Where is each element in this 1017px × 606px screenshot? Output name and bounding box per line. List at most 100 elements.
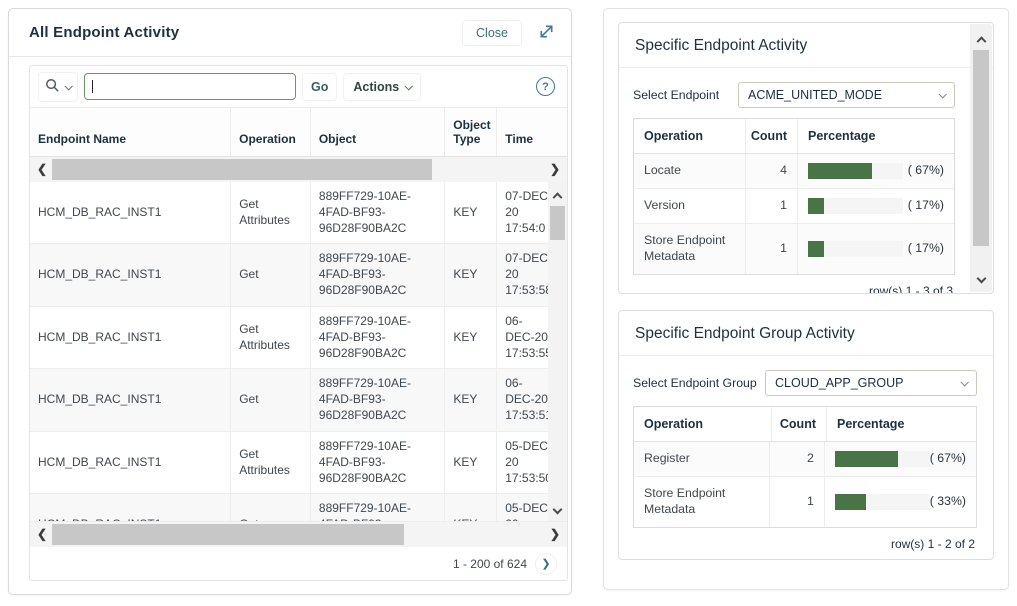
table-header-row: Endpoint Name Operation Object Object Ty… [30,108,567,157]
object-cell: 889FF729-10AE-4FAD-BF93-96D28F90BA2C [311,369,445,430]
select-endpoint-group-label: Select Endpoint Group [633,376,757,390]
percentage-cell: ( 17%) [798,224,954,274]
percentage-label: ( 33%) [930,494,966,510]
endpoint-select[interactable]: ACME_UNITED_MODE [738,82,955,108]
endpoint-group-select[interactable]: CLOUD_APP_GROUP [765,370,977,396]
table-header-row: Operation Count Percentage [634,407,976,442]
panel-title: Specific Endpoint Group Activity [635,325,855,342]
endpoint-name-cell: HCM_DB_RAC_INST1 [30,182,231,243]
count-cell: 4 [746,154,798,188]
count-cell: 1 [746,224,798,274]
scroll-right-icon[interactable]: ❯ [545,157,565,182]
chevron-down-icon [960,378,968,386]
operation-cell: Version [634,189,746,223]
table-row: Register 2 ( 67%) [634,442,976,477]
scroll-up-icon[interactable] [548,184,567,204]
scroll-left-icon[interactable]: ❮ [32,522,52,547]
scroll-down-icon[interactable] [970,266,992,290]
operation-cell: Get [231,494,311,522]
percentage-bar [808,198,824,214]
text-caret [92,80,93,93]
search-column-selector[interactable] [38,72,78,102]
table-row[interactable]: HCM_DB_RAC_INST1 Get 889FF729-10AE-4FAD-… [30,494,567,522]
endpoint-group-activity-table: Operation Count Percentage Register 2 ( … [633,406,977,528]
column-header-object[interactable]: Object [311,108,445,156]
specific-endpoint-activity-panel: Specific Endpoint Activity Select Endpoi… [618,22,994,294]
help-icon[interactable]: ? [536,77,555,96]
operation-cell: Get Attributes [231,182,311,243]
scrollbar-thumb[interactable] [52,159,432,180]
horizontal-scrollbar-bottom[interactable]: ❮ ❯ [30,522,567,547]
endpoint-name-cell: HCM_DB_RAC_INST1 [30,432,231,493]
column-header-percentage: Percentage [827,407,976,441]
object-cell: 889FF729-10AE-4FAD-BF93-96D28F90BA2C [311,432,445,493]
percentage-cell: ( 17%) [798,189,954,223]
percentage-bar-track [808,198,903,214]
panel-body: Select Endpoint Group CLOUD_APP_GROUP Op… [619,356,993,560]
table-row: Version 1 ( 17%) [634,189,954,224]
chevron-down-icon [405,82,413,90]
object-type-cell: KEY [445,494,497,522]
scroll-left-icon[interactable]: ❮ [32,157,52,182]
column-header-operation[interactable]: Operation [231,108,311,156]
operation-cell: Store Endpoint Metadata [634,224,746,274]
endpoint-select-value: ACME_UNITED_MODE [748,88,882,102]
percentage-bar [808,163,872,179]
scroll-right-icon[interactable]: ❯ [545,522,565,547]
actions-menu-button[interactable]: Actions [343,73,421,101]
object-type-cell: KEY [445,307,497,368]
interactive-report: Go Actions ? Endpoint Name Operation Obj… [29,65,568,581]
table-row[interactable]: HCM_DB_RAC_INST1 Get Attributes 889FF729… [30,182,567,244]
table-row[interactable]: HCM_DB_RAC_INST1 Get 889FF729-10AE-4FAD-… [30,369,567,431]
object-type-cell: KEY [445,244,497,305]
go-button[interactable]: Go [302,73,337,101]
table-row[interactable]: HCM_DB_RAC_INST1 Get 889FF729-10AE-4FAD-… [30,244,567,306]
column-header-endpoint-name[interactable]: Endpoint Name [30,108,231,156]
select-endpoint-label: Select Endpoint [633,88,719,102]
scrollbar-thumb[interactable] [550,206,565,240]
column-header-count: Count [746,119,798,153]
scrollbar-thumb[interactable] [973,50,989,246]
table-header-row: Operation Count Percentage [634,119,954,154]
next-page-icon[interactable]: ❯ [535,553,557,575]
operation-cell: Register [634,442,770,476]
scroll-down-icon[interactable] [548,499,567,519]
column-header-count: Count [772,407,827,441]
column-header-operation: Operation [634,407,772,441]
table-row: Store Endpoint Metadata 1 ( 33%) [634,477,976,527]
count-cell: 1 [770,477,825,527]
percentage-label: ( 17%) [908,198,944,214]
pagination-range: 1 - 200 of 624 [453,557,527,571]
percentage-label: ( 67%) [908,163,944,179]
scroll-up-icon[interactable] [970,26,992,50]
scrollbar-thumb[interactable] [52,524,404,545]
page-title: All Endpoint Activity [29,24,179,41]
endpoint-name-cell: HCM_DB_RAC_INST1 [30,369,231,430]
specific-endpoint-group-activity-panel: Specific Endpoint Group Activity Select … [618,310,994,560]
vertical-scrollbar[interactable] [548,182,567,521]
percentage-cell: ( 67%) [825,442,976,476]
vertical-scrollbar[interactable] [970,24,992,292]
search-input[interactable] [84,73,296,100]
close-button[interactable]: Close [462,20,522,46]
percentage-cell: ( 67%) [798,154,954,188]
count-cell: 1 [746,189,798,223]
table-row[interactable]: HCM_DB_RAC_INST1 Get Attributes 889FF729… [30,307,567,369]
panel-title: Specific Endpoint Activity [635,37,807,54]
column-header-object-type[interactable]: Object Type [445,108,497,156]
column-header-time[interactable]: Time [497,108,567,156]
pagination-bar: 1 - 200 of 624 ❯ [30,547,567,580]
table-row[interactable]: HCM_DB_RAC_INST1 Get Attributes 889FF729… [30,432,567,494]
panel-header: All Endpoint Activity Close [9,9,571,57]
percentage-label: ( 17%) [908,241,944,257]
horizontal-scrollbar-top[interactable]: ❮ ❯ [30,157,567,182]
percentage-bar-track [808,163,903,179]
actions-label: Actions [353,80,399,94]
expand-icon[interactable] [536,21,557,45]
endpoint-group-select-value: CLOUD_APP_GROUP [775,376,904,390]
row-count-label: row(s) 1 - 2 of 2 [633,528,977,551]
chevron-down-icon [64,82,72,90]
operation-cell: Store Endpoint Metadata [634,477,770,527]
object-type-cell: KEY [445,182,497,243]
operation-cell: Locate [634,154,746,188]
